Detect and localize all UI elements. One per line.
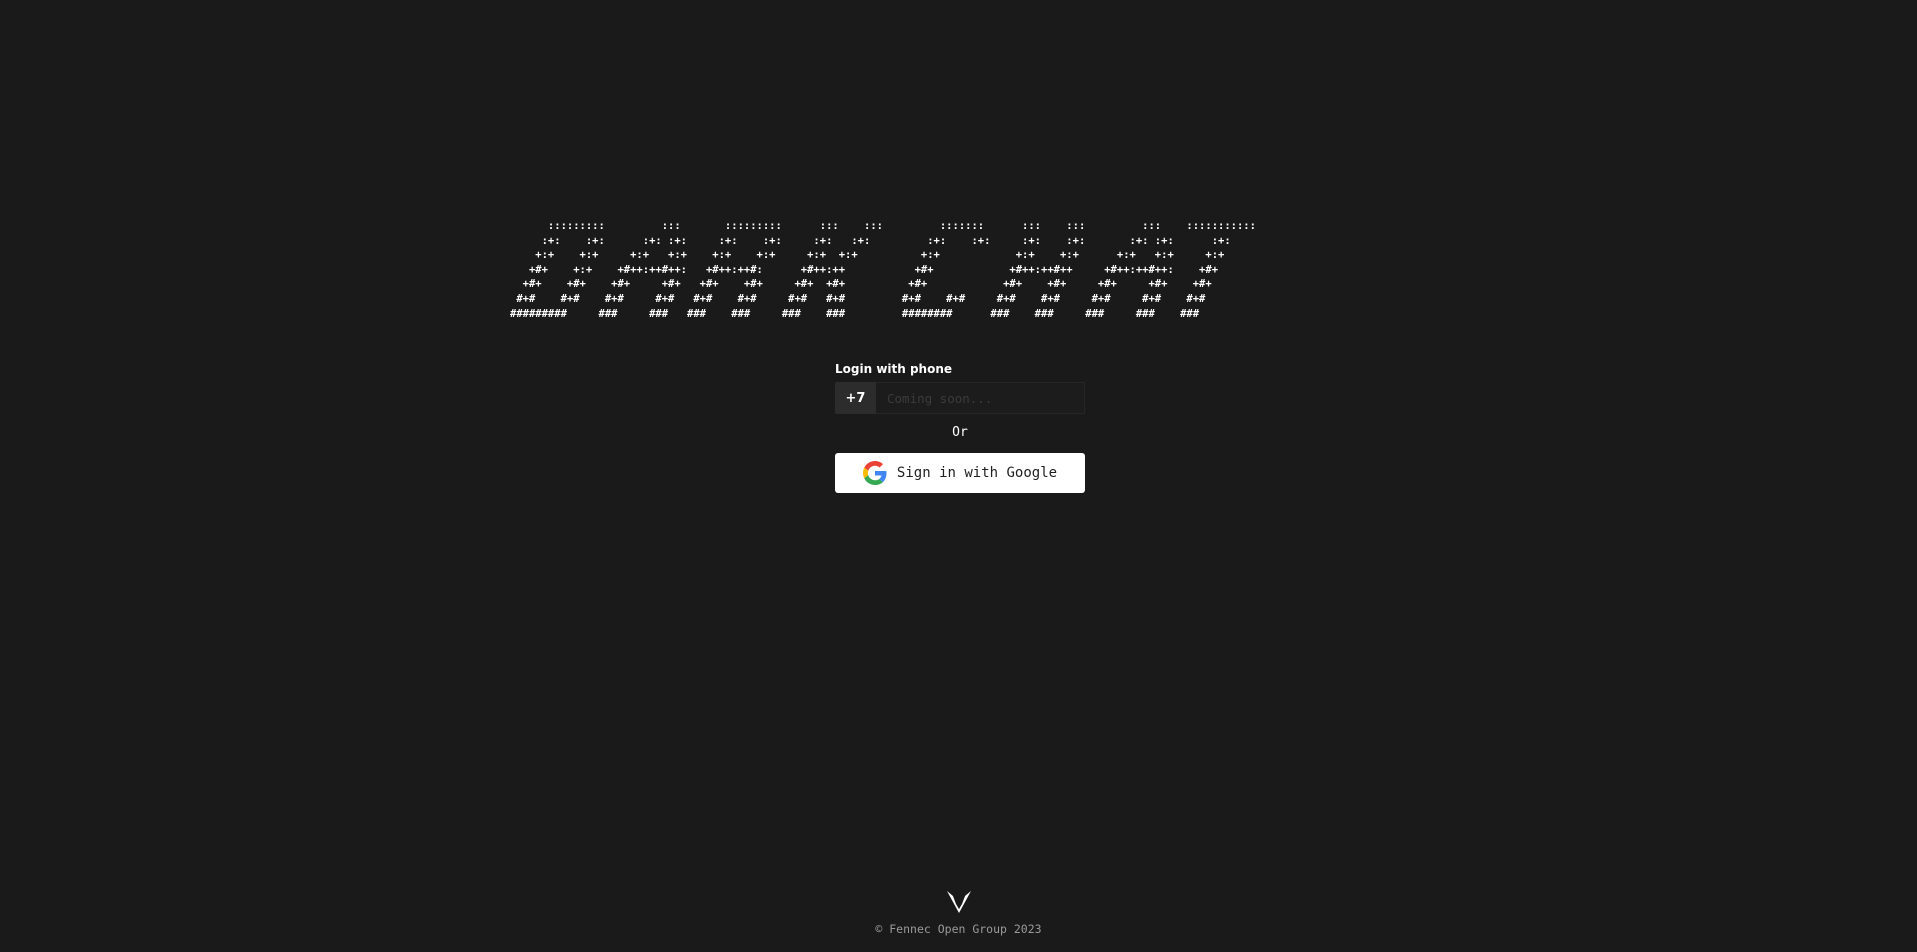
ascii-art-banner: ::::::::: ::: ::::::::: ::: ::: ::::::: …	[510, 220, 1256, 320]
country-code-prefix[interactable]: +7	[835, 382, 876, 414]
fennec-logo-icon	[946, 890, 972, 914]
google-button-label: Sign in with Google	[896, 465, 1058, 481]
google-g-icon	[862, 461, 887, 485]
copyright-text: © Fennec Open Group 2023	[875, 922, 1042, 936]
footer: © Fennec Open Group 2023	[0, 890, 1917, 936]
login-with-phone-label: Login with phone	[835, 362, 953, 376]
login-form: Login with phone +7 Or Sign in with Goog…	[835, 361, 1085, 493]
phone-input-group: +7	[835, 382, 1085, 414]
login-page: ::::::::: ::: ::::::::: ::: ::: ::::::: …	[0, 0, 1917, 952]
sign-in-with-google-button[interactable]: Sign in with Google	[835, 453, 1085, 493]
or-divider-text: Or	[952, 425, 968, 440]
phone-input[interactable]	[876, 382, 1085, 414]
